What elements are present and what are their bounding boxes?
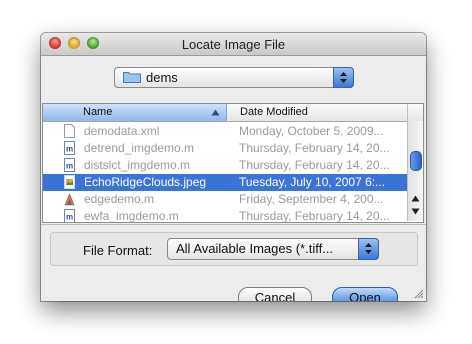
list-item[interactable]: m ewfa_imgdemo.m Thursday, February 14, … (43, 208, 407, 222)
locate-image-dialog: Locate Image File dems Name Date Modifie… (41, 33, 426, 301)
matlab-m-icon: m (64, 158, 75, 172)
cancel-button[interactable]: Cancel (238, 287, 312, 301)
column-date-label: Date Modified (240, 106, 308, 118)
popup-arrows-icon[interactable] (333, 67, 354, 88)
resize-grip-icon[interactable] (413, 288, 424, 299)
folder-name: dems (146, 70, 178, 85)
svg-text:m: m (66, 145, 73, 154)
list-item[interactable]: m detrend_imgdemo.m Thursday, February 1… (43, 140, 407, 157)
sort-ascending-icon (211, 109, 220, 116)
divider (41, 224, 426, 225)
matlab-m-icon (64, 193, 75, 206)
matlab-m-icon: m (64, 141, 75, 155)
scroll-thumb[interactable] (410, 151, 422, 171)
file-rows: demodata.xml Monday, October 5, 2009... … (43, 122, 407, 222)
vertical-scrollbar[interactable] (407, 121, 423, 221)
file-format-popup[interactable]: All Available Images (*.tiff... (167, 238, 379, 260)
folder-icon (123, 72, 141, 83)
file-format-value: All Available Images (*.tiff... (176, 241, 334, 256)
title-bar[interactable]: Locate Image File (41, 33, 426, 56)
header-corner (407, 104, 423, 121)
column-name-header[interactable]: Name (43, 104, 227, 121)
file-format-label: File Format: (83, 243, 153, 258)
matlab-m-icon: m (64, 209, 75, 222)
popup-arrows-icon[interactable] (358, 238, 379, 260)
file-format-group: File Format: All Available Images (*.tif… (50, 232, 418, 266)
svg-text:m: m (66, 213, 73, 222)
list-item[interactable]: m distslct_imgdemo.m Thursday, February … (43, 157, 407, 174)
open-button[interactable]: Open (332, 287, 398, 301)
column-date-header[interactable]: Date Modified (228, 104, 406, 121)
folder-popup[interactable]: dems (114, 67, 354, 88)
list-header: Name Date Modified (43, 104, 407, 122)
image-icon (64, 175, 75, 189)
file-list[interactable]: Name Date Modified demodata.xml Monday, … (42, 103, 424, 223)
scroll-up-icon[interactable] (411, 195, 420, 202)
document-icon (64, 124, 75, 138)
list-item-selected[interactable]: EchoRidgeClouds.jpeg Tuesday, July 10, 2… (43, 174, 407, 191)
scroll-down-icon[interactable] (411, 208, 420, 215)
column-name-label: Name (83, 106, 113, 118)
list-item[interactable]: edgedemo.m Friday, September 4, 200... (43, 191, 407, 208)
svg-text:m: m (66, 162, 73, 171)
list-item[interactable]: demodata.xml Monday, October 5, 2009... (43, 123, 407, 140)
window-title: Locate Image File (181, 37, 286, 52)
